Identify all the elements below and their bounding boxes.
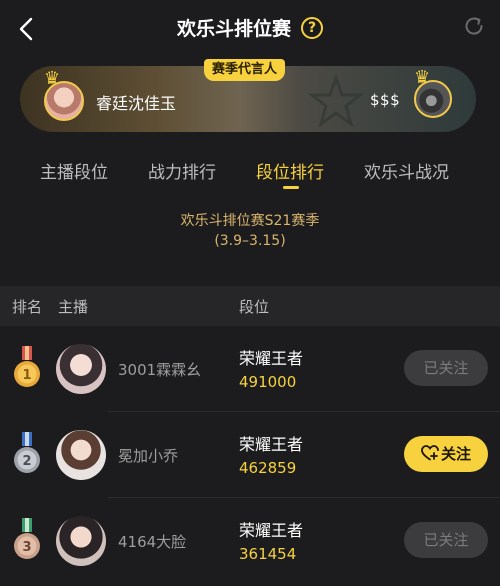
- top-bar: 欢乐斗排位赛?: [0, 0, 500, 58]
- host-name: 3001霖霖幺: [118, 361, 202, 379]
- table-row[interactable]: 3 4164大脸 荣耀王者 361454 已关注: [0, 498, 500, 584]
- medal-rank: 1: [22, 368, 31, 383]
- star-decoration-icon: [308, 74, 364, 128]
- header-rank: 排名: [12, 298, 43, 316]
- page-title: 欢乐斗排位赛: [176, 18, 291, 40]
- tab-battle-status[interactable]: 欢乐斗战况: [364, 158, 449, 183]
- active-tab-indicator: [283, 186, 299, 189]
- refresh-icon[interactable]: [462, 14, 486, 38]
- ambassador-reward: $$$: [370, 91, 401, 109]
- silver-medal-icon: 2: [14, 432, 40, 473]
- header-host: 主播: [58, 298, 89, 316]
- gold-medal-icon: 1: [14, 346, 40, 387]
- follow-button[interactable]: 已关注: [404, 350, 488, 386]
- table-header: 排名 主播 段位: [0, 286, 500, 326]
- header-tier: 段位: [239, 298, 270, 316]
- title-area: 欢乐斗排位赛?: [0, 14, 500, 41]
- tier-score: 462859: [239, 459, 297, 477]
- season-name: 欢乐斗排位赛S21赛季: [180, 213, 320, 229]
- avatar[interactable]: [56, 344, 106, 394]
- tab-bar: 主播段位 战力排行 段位排行 欢乐斗战况: [0, 158, 500, 194]
- follow-label: 关注: [440, 445, 471, 463]
- tier-score: 491000: [239, 373, 297, 391]
- medal-rank: 2: [22, 454, 31, 469]
- tier-label: 荣耀王者: [239, 349, 304, 368]
- season-dates: (3.9–3.15): [214, 233, 286, 249]
- tier-score: 361454: [239, 545, 297, 563]
- table-row[interactable]: 2 冕加小乔 荣耀王者 462859 关注: [0, 412, 500, 498]
- follow-button[interactable]: 关注: [404, 436, 488, 472]
- crown-icon: ♛: [44, 68, 61, 89]
- ambassador-name: 睿廷沈佳玉: [96, 94, 177, 113]
- tier-label: 荣耀王者: [239, 521, 304, 540]
- help-icon[interactable]: ?: [301, 16, 323, 39]
- host-name: 冕加小乔: [118, 447, 179, 465]
- tab-tier-ranking[interactable]: 段位排行: [256, 158, 324, 183]
- crown-icon-right: ♛: [414, 67, 431, 88]
- tab-power-ranking[interactable]: 战力排行: [148, 158, 216, 183]
- medal-rank: 3: [22, 540, 31, 555]
- season-info: 欢乐斗排位赛S21赛季 (3.9–3.15): [0, 211, 500, 251]
- follow-button[interactable]: 已关注: [404, 522, 488, 558]
- bronze-medal-icon: 3: [14, 518, 40, 559]
- avatar[interactable]: [56, 430, 106, 480]
- host-name: 4164大脸: [118, 533, 187, 551]
- tab-host-tier[interactable]: 主播段位: [40, 158, 108, 183]
- season-ambassador-tag: 赛季代言人: [204, 59, 286, 81]
- tier-label: 荣耀王者: [239, 435, 304, 454]
- avatar[interactable]: [56, 516, 106, 566]
- heart-plus-icon: [421, 445, 439, 461]
- table-row[interactable]: 1 3001霖霖幺 荣耀王者 491000 已关注: [0, 326, 500, 412]
